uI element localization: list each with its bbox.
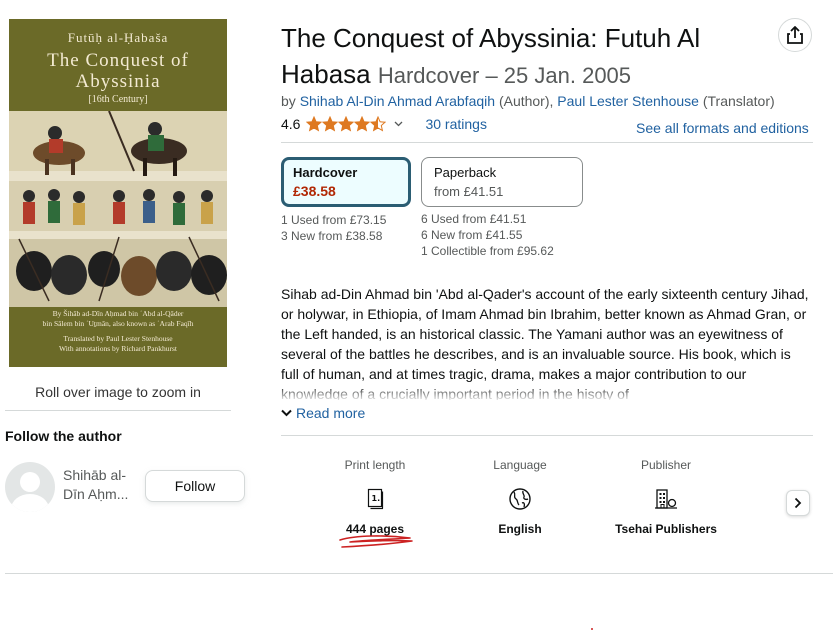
cover-title: Futūḥ al-Ḥabaša The Conquest of Abyssini… [9,19,227,111]
format-price: £38.58 [293,183,336,199]
attribute-value: English [498,522,542,536]
cover-credits: By Šihāb ad-Dīn Aḥmad bin ʿAbd al-Qāder … [9,309,227,354]
cover-credit-line4: With annotations by Richard Pankhurst [58,344,177,353]
divider [5,573,833,574]
cover-title-line3: [16th Century] [88,94,148,105]
attribute-value: Tsehai Publishers [615,522,717,536]
attribute-language: Language English [465,458,575,536]
offer-link[interactable]: 6 Used from £41.51 [421,211,554,227]
star-rating[interactable] [306,116,387,132]
cover-title-line2: The Conquest of Abyssinia [47,50,189,92]
product-format-date: Hardcover – 25 Jan. 2005 [377,63,632,88]
svg-text:1.: 1. [372,494,381,503]
author-name-link[interactable]: Shihāb al-Dīn Aḥm... [63,466,139,504]
cover-title-line1: Futūḥ al-Ḥabaša [67,30,169,45]
book-cover-image[interactable]: Futūḥ al-Ḥabaša The Conquest of Abyssini… [9,19,227,367]
author-avatar[interactable] [5,462,55,512]
share-button[interactable] [778,18,812,52]
byline-prefix: by [281,93,296,109]
building-icon [611,484,721,514]
annotation-dot [591,628,593,630]
follow-author-heading: Follow the author [5,428,122,444]
byline-separator: , [549,93,554,109]
book-description: Sihab ad-Din Ahmad bin 'Abd al-Qader's a… [281,286,809,400]
translator-role: (Translator) [702,93,775,109]
read-more-link[interactable]: Read more [281,405,365,421]
chevron-right-icon [794,497,802,509]
offer-link[interactable]: 6 New from £41.55 [421,227,554,243]
rating-value: 4.6 [281,116,301,132]
rating-row: 4.6 30 ratings [281,116,487,132]
attribute-publisher: Publisher Tsehai Publishers [611,458,721,536]
attribute-label: Publisher [640,458,692,472]
star-icon [338,116,355,132]
offer-link[interactable]: 1 Used from £73.15 [281,212,386,228]
hardcover-offers: 1 Used from £73.15 3 New from £38.58 [281,212,386,244]
star-icon [370,116,387,132]
chevron-down-icon [281,409,292,417]
chevron-down-icon[interactable] [394,118,403,130]
format-option-paperback[interactable]: Paperback from £41.51 [421,157,583,207]
read-more-label: Read more [296,405,366,421]
byline: by Shihab Al-Din Ahmad Arabfaqih (Author… [281,93,775,109]
offer-link[interactable]: 1 Collectible from £95.62 [421,243,554,259]
carousel-next-button[interactable] [786,490,810,516]
format-option-hardcover[interactable]: Hardcover £38.58 [281,157,411,207]
translator-link[interactable]: Paul Lester Stenhouse [557,93,699,109]
paperback-offers: 6 Used from £41.51 6 New from £41.55 1 C… [421,211,554,259]
book-pages-icon: 1. [320,484,430,514]
format-price: from £41.51 [434,184,504,199]
description-fade [281,384,811,402]
zoom-hint: Roll over image to zoom in [35,384,201,400]
attribute-print-length: Print length 1. 444 pages [320,458,430,536]
author-role: (Author) [498,93,550,109]
cover-credit-line2: bin Sālem bin ʿUṯmān, also known as ʿAra… [42,319,194,328]
offer-link[interactable]: 3 New from £38.58 [281,228,386,244]
cover-credit-line1: By Šihāb ad-Dīn Aḥmad bin ʿAbd al-Qāder [52,309,184,318]
annotation-underline-mark [339,535,413,548]
format-name: Paperback [434,165,497,180]
globe-icon [465,484,575,514]
follow-button[interactable]: Follow [145,470,245,502]
cover-illustration [9,111,227,307]
person-silhouette-body [11,494,49,512]
attribute-label: Language [493,458,547,472]
ratings-count-link[interactable]: 30 ratings [425,116,486,132]
divider [281,142,813,143]
format-name: Hardcover [293,165,358,180]
star-icon [322,116,339,132]
see-all-formats-link[interactable]: See all formats and editions [636,120,809,136]
divider [281,435,813,436]
divider [5,410,231,411]
share-icon [787,26,803,44]
star-icon [306,116,323,132]
product-title-block: The Conquest of Abyssinia: Futuh Al Haba… [281,20,771,94]
attribute-label: Print length [344,458,406,472]
author-link[interactable]: Shihab Al-Din Ahmad Arabfaqih [300,93,495,109]
star-icon [354,116,371,132]
person-silhouette-icon [20,472,40,492]
cover-credit-line3: Translated by Paul Lester Stenhouse [63,334,173,343]
